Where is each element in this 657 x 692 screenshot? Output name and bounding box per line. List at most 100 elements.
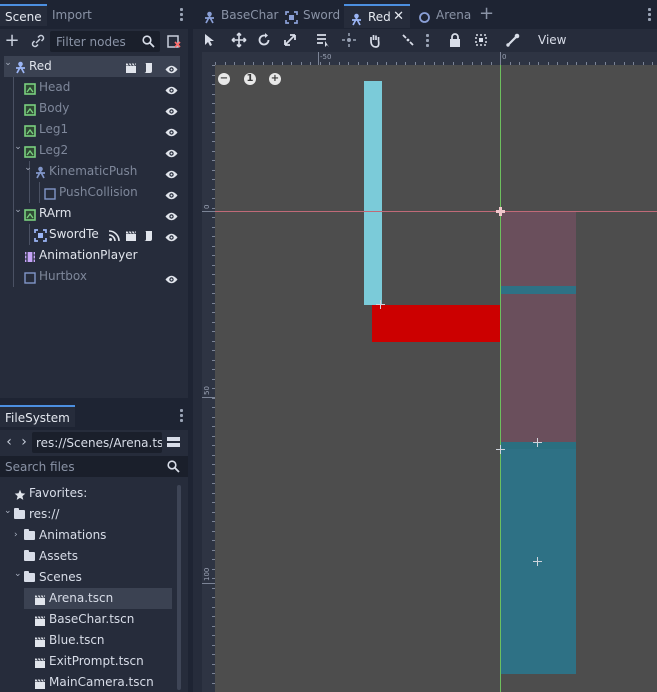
- file-item-maincamera-tscn[interactable]: MainCamera.tscn: [0, 672, 176, 692]
- expand-arrow-icon[interactable]: ⌄: [23, 158, 33, 179]
- file-item-arena-tscn[interactable]: Arena.tscn: [24, 588, 172, 609]
- zoom-out-button[interactable]: −: [218, 73, 230, 85]
- pivot-tool-icon[interactable]: [341, 32, 357, 48]
- pan-tool-icon[interactable]: [367, 32, 383, 48]
- visibility-eye-icon[interactable]: [165, 124, 178, 137]
- new-scene-tab-icon[interactable]: +: [479, 4, 494, 24]
- hurtbox-shape[interactable]: [500, 211, 576, 444]
- tab-scene[interactable]: Scene: [0, 4, 47, 26]
- visibility-eye-icon[interactable]: [165, 82, 178, 95]
- filter-nodes-box: [50, 31, 160, 52]
- filesystem-scrollbar[interactable]: [177, 485, 181, 690]
- scene-tab-sword[interactable]: Sword: [279, 4, 340, 28]
- ruler-tick: [212, 502, 215, 503]
- file-item-label: Favorites:: [29, 486, 88, 500]
- skeleton-icon[interactable]: [505, 32, 521, 48]
- scene-tabs-menu-icon[interactable]: [648, 8, 651, 23]
- ruler-tick: [212, 141, 215, 142]
- expand-arrow-icon[interactable]: ⌄: [3, 53, 13, 74]
- ruler-tick: [557, 62, 558, 65]
- visibility-eye-icon[interactable]: [165, 145, 178, 158]
- tree-node-pushcollision[interactable]: PushCollision: [0, 182, 188, 203]
- file-item-basechar-tscn[interactable]: BaseChar.tscn: [0, 609, 176, 630]
- tab-filesystem[interactable]: FileSystem: [0, 405, 75, 427]
- tree-node-rarm[interactable]: ⌄ RArm: [0, 203, 188, 224]
- list-select-icon[interactable]: [315, 32, 331, 48]
- ruler-tick: [212, 407, 215, 408]
- add-node-icon[interactable]: +: [3, 31, 21, 51]
- filter-nodes-input[interactable]: [50, 31, 138, 52]
- ruler-tick: [291, 62, 292, 65]
- tree-node-head[interactable]: Head: [0, 77, 188, 98]
- tree-node-swordte[interactable]: SwordTe: [0, 224, 188, 245]
- cyan-arm-sprite[interactable]: [364, 81, 382, 305]
- remote-scene-icon[interactable]: [167, 34, 181, 48]
- select-tool-icon[interactable]: [201, 32, 217, 48]
- filesystem-menu-icon[interactable]: [180, 409, 183, 424]
- scale-tool-icon[interactable]: [282, 32, 298, 48]
- link-icon[interactable]: [29, 34, 47, 48]
- ruler-tick: [212, 426, 215, 427]
- forward-icon[interactable]: ›: [15, 432, 33, 452]
- tree-node-red[interactable]: ⌄ Red: [4, 56, 180, 77]
- split-view-icon[interactable]: [167, 436, 180, 449]
- tab-import[interactable]: Import: [47, 4, 97, 26]
- path-input[interactable]: [32, 432, 162, 453]
- file-item-res[interactable]: ⌄ res://: [0, 504, 176, 525]
- ruler-tick: [519, 62, 520, 65]
- expand-arrow-icon[interactable]: ⌄: [4, 501, 12, 522]
- rotate-tool-icon[interactable]: [256, 32, 272, 48]
- visibility-eye-icon[interactable]: [165, 187, 178, 200]
- ruler-tick: [212, 474, 215, 475]
- file-item-exitprompt-tscn[interactable]: ExitPrompt.tscn: [0, 651, 176, 672]
- ruler-tick: [462, 62, 463, 65]
- ruler-tick: [282, 62, 283, 65]
- canvas-viewport[interactable]: -50 0 0 50 100 − 1 +: [202, 52, 657, 692]
- tree-node-leg1[interactable]: Leg1: [0, 119, 188, 140]
- expand-arrow-icon[interactable]: ⌄: [13, 137, 23, 158]
- scene-tab-basechar[interactable]: BaseChar: [197, 4, 279, 28]
- tree-node-body[interactable]: Body: [0, 98, 188, 119]
- ruler-tick: [339, 62, 340, 65]
- scene-tab-arena[interactable]: Arena: [412, 4, 472, 28]
- lock-icon[interactable]: [447, 32, 463, 48]
- collision-strip[interactable]: [500, 286, 576, 294]
- scene-tab-red[interactable]: Red ✕: [344, 4, 410, 28]
- zoom-in-button[interactable]: +: [269, 73, 281, 85]
- close-tab-icon[interactable]: ✕: [393, 6, 404, 28]
- scene-dock-menu-icon[interactable]: [180, 8, 183, 23]
- expand-arrow-icon[interactable]: ⌄: [14, 564, 22, 585]
- visibility-eye-icon[interactable]: [165, 61, 178, 74]
- move-tool-icon[interactable]: [231, 32, 247, 48]
- visibility-eye-icon[interactable]: [165, 271, 178, 284]
- visibility-eye-icon[interactable]: [165, 208, 178, 221]
- tree-node-animationplayer[interactable]: AnimationPlayer: [0, 245, 188, 266]
- ruler-tick: [212, 132, 215, 133]
- ruler-corner: [202, 52, 215, 65]
- red-sword-sprite[interactable]: [372, 305, 500, 342]
- snap-options-icon[interactable]: [426, 34, 429, 49]
- expand-arrow-icon[interactable]: ⌄: [13, 200, 23, 221]
- file-item-favorites[interactable]: Favorites:: [0, 483, 176, 504]
- ruler-tick: [424, 62, 425, 65]
- ruler-tick: [310, 62, 311, 65]
- ruler-tick: [212, 189, 215, 190]
- ruler-tick: [643, 62, 644, 65]
- ruler-tick: [212, 303, 215, 304]
- ruler-major-tick: [202, 583, 215, 584]
- visibility-eye-icon[interactable]: [165, 103, 178, 116]
- search-files-input[interactable]: [0, 456, 160, 477]
- collapse-arrow-icon[interactable]: ›: [14, 525, 18, 546]
- visibility-eye-icon[interactable]: [165, 166, 178, 179]
- file-item-scenes[interactable]: ⌄ Scenes: [0, 567, 176, 588]
- tree-node-hurtbox[interactable]: Hurtbox: [0, 266, 188, 287]
- snap-icon[interactable]: [400, 32, 416, 48]
- file-item-blue-tscn[interactable]: Blue.tscn: [0, 630, 176, 651]
- group-icon[interactable]: [473, 32, 489, 48]
- zoom-reset-button[interactable]: 1: [244, 73, 256, 85]
- file-item-assets[interactable]: Assets: [0, 546, 176, 567]
- view-menu[interactable]: View: [538, 32, 566, 48]
- tree-node-kinematicpush[interactable]: ⌄ KinematicPush: [0, 161, 188, 182]
- visibility-eye-icon[interactable]: [165, 229, 178, 242]
- file-item-animations[interactable]: › Animations: [0, 525, 176, 546]
